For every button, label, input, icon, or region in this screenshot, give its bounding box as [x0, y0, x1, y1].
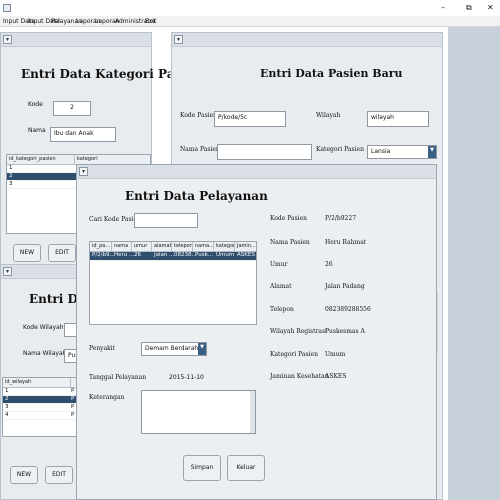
frame-menu-icon[interactable]: ▾ [3, 35, 12, 44]
wilayah-label: Wilayah [316, 112, 341, 119]
frame-titlebar[interactable]: ▾ [77, 165, 436, 179]
nama-label: Nama [28, 127, 46, 134]
maximize-button[interactable]: ⧉ [466, 3, 472, 13]
cell-id: 3 [5, 404, 9, 410]
cell-umur: 26 [134, 252, 141, 258]
kode-field[interactable]: 2 [53, 101, 91, 116]
penyakit-label: Penyakit [89, 345, 116, 352]
detail-value: Umum [325, 351, 346, 358]
detail-value: Jalan Padang [325, 283, 365, 290]
detail-value: ASKES [325, 373, 347, 380]
simpan-button[interactable]: Simpan [183, 455, 221, 481]
detail-value: Puskesmas A [325, 328, 365, 335]
detail-label: Kode Pasien [270, 215, 307, 222]
detail-label: Nama Pasien [270, 239, 310, 246]
detail-value: Heru Rahmat [325, 239, 367, 246]
table-header[interactable]: id_wilayah [3, 378, 71, 388]
table-header[interactable]: nama [112, 242, 132, 252]
menu-exit[interactable]: Exit [145, 18, 156, 25]
minimize-button[interactable]: – [441, 3, 445, 12]
tanggal-label: Tanggal Pelayanan [89, 374, 147, 381]
penyakit-select[interactable]: Demam Berdarah ▼ [141, 342, 207, 356]
kategori-pasien-value: Lansia [371, 148, 391, 155]
cell-kategori: Umum [216, 252, 235, 258]
detail-value: 26 [325, 261, 333, 268]
new-button[interactable]: NEW [10, 466, 38, 484]
cell-id: P/2/b9... [92, 252, 115, 258]
kode-pasien-label: Kode Pasien [180, 112, 217, 119]
chevron-down-icon[interactable]: ▼ [198, 343, 206, 355]
frame-menu-icon[interactable]: ▾ [79, 167, 88, 176]
detail-value: 082389288556 [325, 306, 371, 313]
table-header[interactable]: id_pa... [90, 242, 112, 252]
app-titlebar: – ⧉ ✕ [0, 0, 500, 16]
menu-bar: Input Data Input Data Pelayanan Laporan … [0, 16, 500, 27]
frame-menu-icon[interactable]: ▾ [3, 267, 12, 276]
cell-id: 1 [5, 388, 9, 394]
cell-id: 4 [5, 412, 9, 418]
table-header[interactable]: alamat [152, 242, 172, 252]
cari-kode-input[interactable] [134, 213, 198, 228]
app-icon [3, 4, 11, 12]
cell-wilayah: Pusk... [195, 252, 214, 258]
nama-field[interactable]: Ibu dan Anak [50, 127, 116, 142]
table-header[interactable]: id_kategori_pasien [7, 155, 75, 165]
frame-menu-icon[interactable]: ▾ [174, 35, 183, 44]
edit-button[interactable]: EDIT [48, 244, 76, 262]
table-header[interactable]: umur [132, 242, 152, 252]
kode-wilayah-label: Kode Wilayah [23, 324, 64, 331]
nama-pasien-field[interactable] [217, 144, 312, 160]
frame-title: Entri Data Pelayanan [125, 189, 268, 203]
detail-label: Wilayah Registrasi [270, 328, 327, 335]
kategori-pasien-select[interactable]: Lansia ▼ [367, 145, 437, 159]
cell-id: 2 [5, 396, 9, 402]
table-header[interactable]: telepon [172, 242, 193, 252]
frame-titlebar[interactable]: ▾ [172, 33, 442, 47]
detail-label: Kategori Pasien [270, 351, 318, 358]
keterangan-label: Keterangan [89, 394, 125, 401]
close-button[interactable]: ✕ [487, 3, 494, 12]
detail-label: Umur [270, 261, 288, 268]
cell-nama: P [71, 388, 75, 394]
nama-pasien-label: Nama Pasien [180, 146, 220, 153]
table-header[interactable]: nama... [193, 242, 214, 252]
edit-button[interactable]: EDIT [45, 466, 73, 484]
detail-value: P/2/b9227 [325, 215, 357, 222]
cell-nama: P [71, 396, 75, 402]
keterangan-textarea[interactable] [141, 390, 256, 434]
new-button[interactable]: NEW [13, 244, 41, 262]
detail-label: Alamat [270, 283, 292, 290]
table-header[interactable]: Jamin... [235, 242, 256, 252]
wilayah-field[interactable]: wilayah [367, 111, 429, 127]
tanggal-value: 2015-11-10 [169, 374, 204, 381]
frame-title: Entri Data Pasien Baru [260, 67, 403, 80]
kode-pasien-field[interactable]: P/kode/5c [214, 111, 286, 127]
cell-telepon: 08238... [174, 252, 197, 258]
scrollbar[interactable] [250, 391, 255, 433]
frame-titlebar[interactable]: ▾ [1, 33, 151, 47]
desktop-background [448, 27, 500, 500]
pelayanan-frame: ▾ Entri Data Pelayanan Cari Kode Pasien … [76, 164, 437, 500]
table-header[interactable]: kategori [214, 242, 235, 252]
detail-label: Telepon [270, 306, 294, 313]
cell-nama: Heru ... [114, 252, 135, 258]
chevron-down-icon[interactable]: ▼ [428, 146, 436, 158]
table-row[interactable]: P/2/b9... Heru ... 26 Jalan ... 08238...… [90, 252, 256, 261]
nama-wilayah-label: Nama Wilayah [23, 350, 67, 357]
kode-label: Kode [28, 101, 43, 108]
keluar-button[interactable]: Keluar [227, 455, 265, 481]
pelayanan-table[interactable]: id_pa... nama umur alamat telepon nama..… [89, 241, 257, 325]
kategori-pasien-label: Kategori Pasien [316, 146, 364, 153]
cell-jaminan: ASKES [237, 252, 255, 258]
cell-nama: P [71, 412, 75, 418]
cell-alamat: Jalan ... [154, 252, 175, 258]
detail-label: Jaminan Kesehatan [270, 373, 329, 380]
penyakit-value: Demam Berdarah [145, 345, 199, 352]
cell-nama: P [71, 404, 75, 410]
